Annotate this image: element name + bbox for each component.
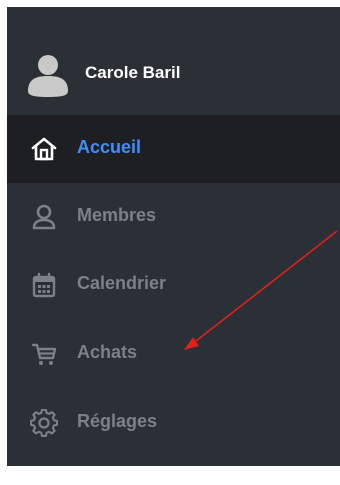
user-icon	[32, 204, 56, 230]
user-name: Carole Baril	[85, 63, 181, 82]
nav-label-calendrier: Calendrier	[77, 273, 167, 293]
nav-label-achats: Achats	[77, 342, 138, 362]
nav-item-accueil[interactable]: Accueil	[7, 115, 340, 183]
nav-label-membres: Membres	[77, 205, 157, 225]
nav-item-membres[interactable]: Membres	[7, 183, 340, 251]
nav-item-achats[interactable]: Achats	[7, 320, 340, 388]
cart-icon	[31, 343, 57, 365]
calendar-icon	[32, 272, 56, 298]
gear-icon	[30, 409, 58, 437]
nav-item-reglages[interactable]: Réglages	[7, 389, 340, 457]
user-profile[interactable]: Carole Baril	[7, 7, 340, 115]
nav-item-calendrier[interactable]: Calendrier	[7, 251, 340, 319]
home-icon	[31, 137, 57, 161]
sidebar: Carole Baril Accueil Membres Calendrier …	[7, 7, 340, 466]
nav-label-reglages: Réglages	[77, 411, 158, 431]
nav-label-accueil: Accueil	[77, 137, 142, 157]
user-avatar-icon	[28, 55, 68, 97]
